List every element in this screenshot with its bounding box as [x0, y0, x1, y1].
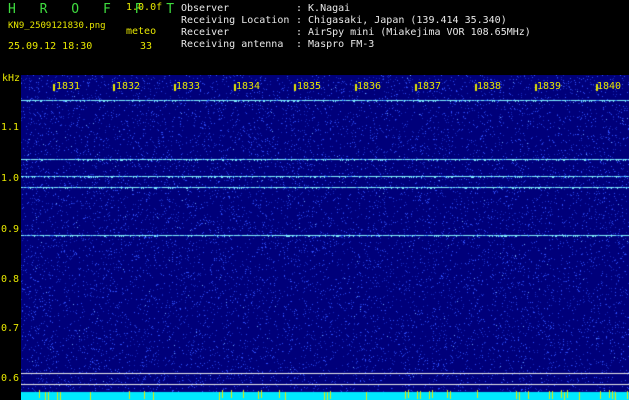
freq-label-0-9: 0.9: [1, 224, 20, 235]
time-label-1831: 1831: [56, 81, 81, 92]
freq-label-0-6: 0.6: [1, 373, 20, 384]
freq-unit-label: kHz: [2, 73, 21, 84]
observer-label: Observer: [181, 3, 230, 14]
antenna-value: : Maspro FM-3: [296, 39, 375, 50]
time-label-1835: 1835: [297, 81, 322, 92]
file-name: KN9_2509121830.png: [8, 21, 106, 31]
freq-label-1-0: 1.0: [1, 173, 20, 184]
receiver-label: Receiver: [181, 27, 230, 38]
time-label-1834: 1834: [236, 81, 261, 92]
app-version: 1.0.0f: [126, 2, 163, 13]
observer-value: : K.Nagai: [296, 3, 351, 14]
time-label-1832: 1832: [116, 81, 141, 92]
time-label-1836: 1836: [357, 81, 382, 92]
freq-label-0-7: 0.7: [1, 323, 20, 334]
location-label: Receiving Location: [181, 15, 290, 26]
location-value: : Chigasaki, Japan (139.414 35.340): [296, 15, 507, 26]
time-label-1833: 1833: [176, 81, 201, 92]
header-panel: H R O F F T 1.0.0f KN9_2509121830.png me…: [0, 0, 629, 75]
spectrogram-canvas[interactable]: [21, 75, 629, 400]
time-label-1839: 1839: [537, 81, 562, 92]
time-label-1837: 1837: [417, 81, 442, 92]
freq-label-0-8: 0.8: [1, 274, 20, 285]
antenna-label: Receiving antenna: [181, 39, 284, 50]
freq-label-1-1: 1.1: [1, 122, 20, 133]
time-label-1840: 1840: [597, 81, 622, 92]
time-label-1838: 1838: [477, 81, 502, 92]
meteo-label: meteo: [126, 26, 157, 37]
receiver-value: : AirSpy mini (Miakejima VOR 108.65MHz): [296, 27, 531, 38]
capture-datetime: 25.09.12 18:30: [8, 41, 93, 52]
meteo-count: 33: [140, 41, 153, 52]
